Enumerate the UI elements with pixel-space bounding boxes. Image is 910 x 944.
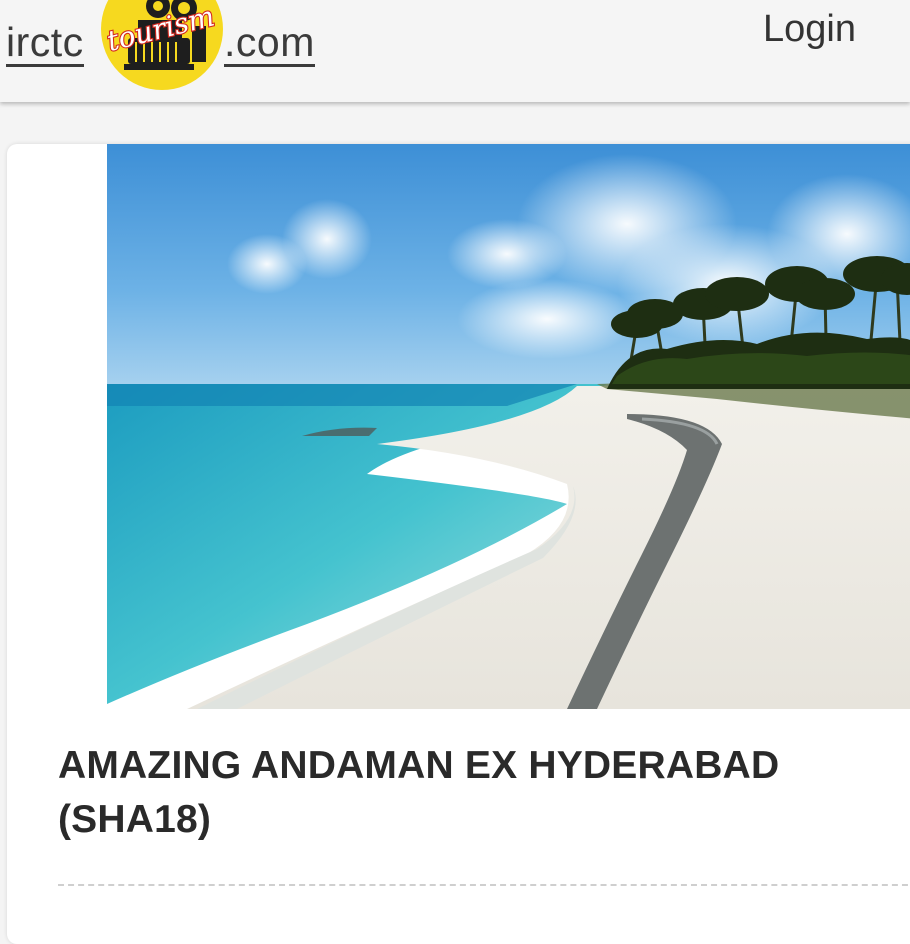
login-link[interactable]: Login bbox=[763, 8, 856, 51]
card-divider bbox=[58, 884, 910, 886]
tourism-badge-icon: tourism bbox=[101, 0, 223, 90]
package-image[interactable] bbox=[107, 144, 910, 709]
site-logo[interactable]: irctc tourism .com bbox=[6, 0, 336, 95]
logo-text-left: irctc bbox=[6, 19, 84, 67]
beach-photo bbox=[107, 144, 910, 709]
logo-text-right: .com bbox=[224, 19, 315, 67]
package-title[interactable]: AMAZING ANDAMAN EX HYDERABAD (SHA18) bbox=[58, 739, 878, 847]
package-card[interactable]: AMAZING ANDAMAN EX HYDERABAD (SHA18) bbox=[7, 144, 910, 944]
top-header: irctc tourism .com Login bbox=[0, 0, 910, 102]
